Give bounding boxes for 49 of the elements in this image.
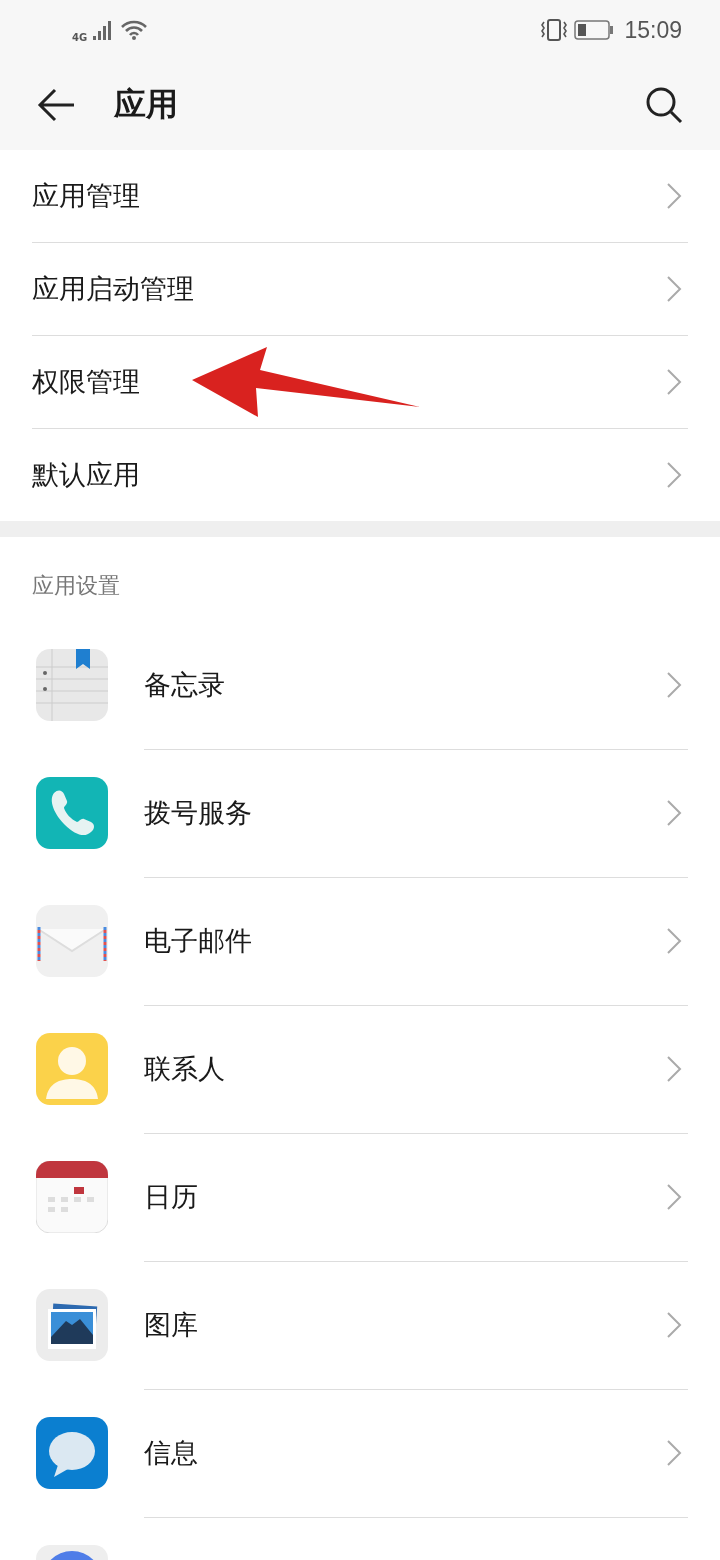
chevron-icon xyxy=(666,670,682,699)
chevron-icon xyxy=(666,1054,682,1083)
app-item[interactable]: 图库 xyxy=(0,1261,720,1389)
clock-time: 15:09 xyxy=(624,16,682,44)
contacts-icon xyxy=(36,1033,108,1105)
chevron-icon xyxy=(666,182,682,210)
chevron-icon xyxy=(666,926,682,955)
item-label: 应用管理 xyxy=(32,179,140,213)
settings-item[interactable]: 应用管理 xyxy=(32,150,688,243)
app-name: 联系人 xyxy=(144,1051,225,1086)
section-title: 应用设置 xyxy=(31,572,121,600)
vibrate-icon xyxy=(540,19,569,41)
settings-item[interactable]: 应用启动管理 xyxy=(32,243,688,336)
chevron-icon xyxy=(666,1182,682,1211)
app-name: 拨号服务 xyxy=(144,795,252,830)
mail-icon xyxy=(36,905,108,977)
search-icon[interactable] xyxy=(644,85,684,125)
settings-item[interactable]: 默认应用 xyxy=(32,429,688,521)
chevron-icon xyxy=(666,1438,682,1467)
item-label: 默认应用 xyxy=(32,458,140,492)
chevron-icon xyxy=(666,275,682,303)
phone-icon xyxy=(36,777,108,849)
app-item[interactable]: 信息 xyxy=(0,1389,720,1517)
wifi-icon xyxy=(121,20,148,40)
item-label: 应用启动管理 xyxy=(32,272,194,306)
app-name: 图库 xyxy=(144,1307,198,1342)
calendar-icon xyxy=(36,1161,108,1233)
chevron-icon xyxy=(666,368,682,396)
battery-icon xyxy=(574,20,615,40)
app-item[interactable]: 联系人 xyxy=(0,1005,720,1133)
messages-icon xyxy=(36,1417,108,1489)
app-name: 电子邮件 xyxy=(144,923,252,958)
chevron-icon xyxy=(666,1310,682,1339)
app-name: 备忘录 xyxy=(144,667,225,702)
notes-icon xyxy=(36,649,108,721)
back-icon[interactable] xyxy=(36,87,76,123)
app-name: 信息 xyxy=(144,1435,198,1470)
network-label: 4G xyxy=(72,31,88,43)
app-name: 日历 xyxy=(144,1179,198,1214)
app-item[interactable]: 备忘录 xyxy=(0,621,720,749)
app-item[interactable]: 电子邮件 xyxy=(0,877,720,1005)
app-item[interactable]: 拨号服务 xyxy=(0,749,720,877)
chevron-icon xyxy=(666,461,682,489)
chevron-icon xyxy=(666,798,682,827)
page-title: 应用 xyxy=(114,84,179,125)
item-label: 权限管理 xyxy=(32,365,140,399)
gallery-icon xyxy=(36,1289,108,1361)
app-item[interactable]: 日历 xyxy=(0,1133,720,1261)
settings-item[interactable]: 权限管理 xyxy=(32,336,688,429)
